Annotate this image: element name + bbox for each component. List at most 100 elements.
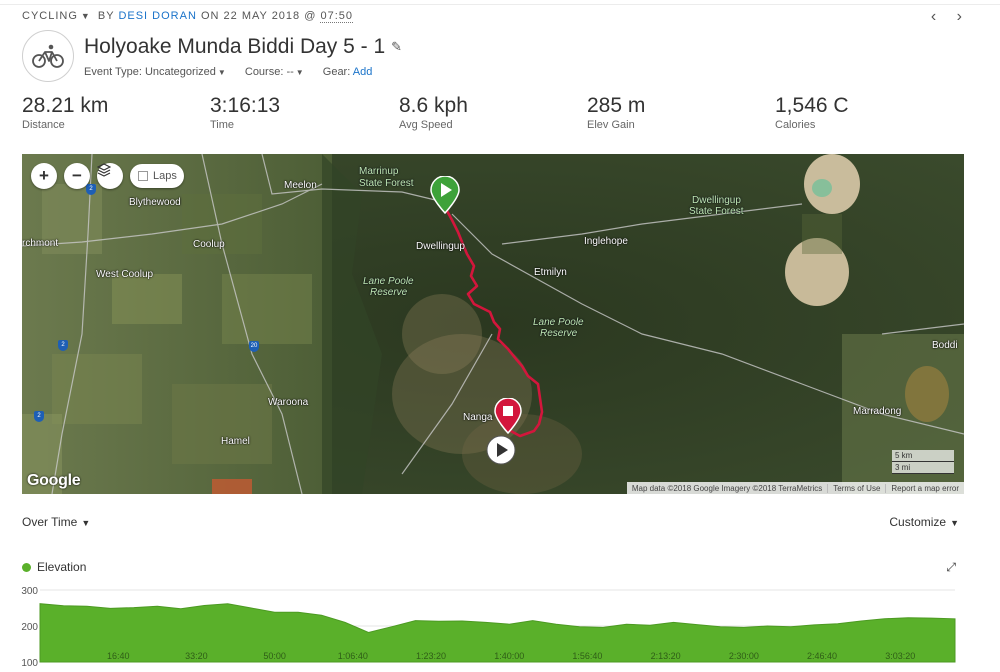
laps-toggle[interactable]: Laps — [130, 164, 184, 188]
gear-field: Gear: Add — [322, 66, 373, 78]
map-data-credit: Map data ©2018 Google Imagery ©2018 Terr… — [631, 483, 823, 493]
google-logo: Google — [27, 472, 81, 489]
stat-value: 1,546 C — [775, 94, 849, 117]
place-label: Etmilyn — [534, 267, 567, 278]
stat-elev-gain: 285 m Elev Gain — [587, 94, 645, 131]
by-label: BY — [97, 10, 115, 22]
place-label: Reserve — [540, 328, 578, 339]
edit-pencil-icon[interactable]: ✎ — [391, 39, 402, 54]
stat-value: 3:16:13 — [210, 94, 281, 117]
stat-value: 285 m — [587, 94, 646, 117]
zoom-in-button[interactable]: + — [31, 163, 57, 189]
y-tick-label: 200 — [21, 622, 38, 633]
place-label: State Forest — [359, 178, 414, 189]
map-scale: 5 km 3 mi — [892, 450, 954, 474]
laps-label: Laps — [153, 170, 177, 182]
date-text: ON 22 MAY 2018 @ — [200, 10, 317, 22]
place-label: State Forest — [689, 206, 744, 217]
x-tick-label: 50:00 — [263, 651, 286, 661]
x-tick-label: 2:30:00 — [729, 651, 759, 661]
place-label: Meelon — [284, 180, 317, 191]
y-tick-label: 100 — [21, 658, 38, 669]
activity-title: Holyoake Munda Biddi Day 5 - 1 ✎ — [84, 35, 402, 59]
elevation-legend: Elevation — [22, 560, 86, 574]
place-label: Marrinup — [359, 166, 399, 177]
place-label: Hamel — [221, 436, 250, 447]
terms-of-use-link[interactable]: Terms of Use — [827, 483, 885, 493]
scale-km: 5 km — [892, 450, 954, 462]
x-tick-label: 1:40:00 — [494, 651, 524, 661]
place-label: Lane Poole — [363, 276, 414, 287]
stat-avg-speed: 8.6 kph Avg Speed — [399, 94, 468, 131]
stat-value: 28.21 km — [22, 94, 109, 117]
activity-nav: ‹ › — [915, 8, 962, 26]
sport-dropdown[interactable]: CYCLING ▼ — [22, 10, 94, 22]
route-shield: 2 — [34, 411, 44, 422]
x-tick-label: 33:20 — [185, 651, 208, 661]
stat-label: Time — [210, 119, 235, 131]
place-label: Dwellingup — [692, 195, 741, 206]
gear-add-link[interactable]: Add — [353, 66, 373, 78]
layers-icon — [97, 163, 111, 177]
summary-stats: 28.21 km Distance 3:16:13 Time 8.6 kph A… — [22, 94, 982, 134]
activity-header-line: CYCLING ▼ BY DESI DORAN ON 22 MAY 2018 @ … — [22, 10, 353, 23]
expand-chart-icon[interactable]: ⤢ — [946, 560, 956, 575]
stat-calories: 1,546 C Calories — [775, 94, 849, 131]
place-label: Inglehope — [584, 236, 628, 247]
x-tick-label: 1:06:40 — [338, 651, 368, 661]
playback-play-icon[interactable] — [486, 435, 516, 465]
stat-distance: 28.21 km Distance — [22, 94, 108, 131]
route-shield: 2 — [86, 184, 96, 195]
y-tick-label: 300 — [21, 586, 38, 597]
place-label: Reserve — [370, 287, 408, 298]
event-type-dropdown[interactable]: Event Type: Uncategorized ▼ — [84, 66, 226, 78]
top-divider — [0, 4, 1000, 5]
map-attribution: Map data ©2018 Google Imagery ©2018 Terr… — [626, 482, 964, 494]
course-dropdown[interactable]: Course: -- ▼ — [245, 66, 304, 78]
place-label: Nanga — [463, 412, 493, 423]
place-label: rchmont — [22, 238, 59, 249]
time-text[interactable]: 07:50 — [320, 10, 353, 23]
place-label: Dwellingup — [416, 241, 465, 252]
x-tick-label: 3:03:20 — [885, 651, 915, 661]
activity-meta: Event Type: Uncategorized ▼ Course: -- ▼ G… — [84, 66, 388, 78]
cycling-icon — [22, 30, 74, 82]
place-label: Coolup — [193, 239, 225, 250]
scale-mi: 3 mi — [892, 462, 954, 474]
laps-checkbox[interactable] — [138, 171, 148, 181]
stat-label: Distance — [22, 119, 65, 131]
report-map-error-link[interactable]: Report a map error — [885, 483, 964, 493]
customize-dropdown[interactable]: Customize ▼ — [889, 515, 959, 529]
elevation-dot-icon — [22, 562, 31, 572]
x-tick-label: 1:56:40 — [572, 651, 602, 661]
finish-marker-icon[interactable] — [494, 398, 522, 434]
x-tick-label: 1:23:20 — [416, 651, 446, 661]
route-shield: 20 — [249, 341, 259, 352]
stat-value: 8.6 kph — [399, 94, 468, 117]
place-label: Boddi — [932, 340, 958, 351]
activity-title-text: Holyoake Munda Biddi Day 5 - 1 — [84, 35, 386, 58]
author-link[interactable]: DESI DORAN — [118, 10, 196, 22]
stat-label: Elev Gain — [587, 119, 635, 131]
elevation-chart[interactable]: 300 200 100 16:40 33:20 50:00 1:06:40 1:23:20 1:… — [0, 582, 1000, 672]
over-time-dropdown[interactable]: Over Time ▼ — [22, 515, 90, 529]
x-tick-label: 2:46:40 — [807, 651, 837, 661]
prev-activity-icon[interactable]: ‹ — [931, 8, 936, 26]
legend-label: Elevation — [37, 560, 87, 574]
place-label: West Coolup — [96, 269, 154, 280]
stat-time: 3:16:13 Time — [210, 94, 280, 131]
activity-map[interactable]: Marrinup State Forest Meelon Blythewood … — [22, 154, 964, 494]
zoom-out-button[interactable]: − — [64, 163, 90, 189]
stat-label: Avg Speed — [399, 119, 453, 131]
route-shield: 2 — [58, 340, 68, 351]
place-label: Marradong — [853, 406, 902, 417]
start-marker-icon[interactable] — [430, 176, 460, 214]
x-tick-label: 16:40 — [107, 651, 130, 661]
place-label: Lane Poole — [533, 317, 584, 328]
next-activity-icon[interactable]: › — [957, 8, 962, 26]
place-label: Waroona — [268, 397, 309, 408]
place-label: Blythewood — [129, 197, 181, 208]
map-layers-button[interactable] — [97, 163, 123, 189]
stat-label: Calories — [775, 119, 816, 131]
x-tick-label: 2:13:20 — [651, 651, 681, 661]
